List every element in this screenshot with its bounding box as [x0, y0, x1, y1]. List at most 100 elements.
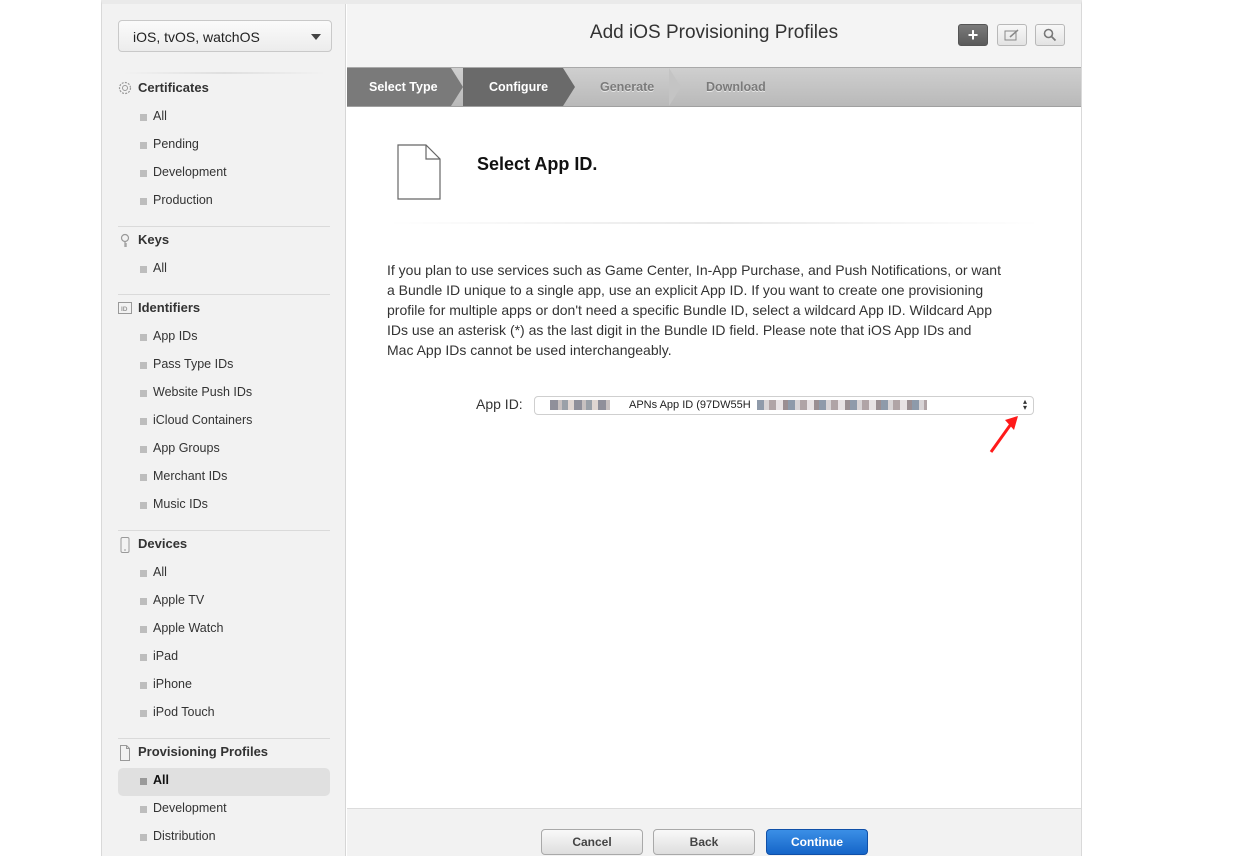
sidebar-divider	[118, 226, 330, 227]
sidebar-section-title: Devices	[138, 536, 188, 551]
edit-button[interactable]	[997, 24, 1027, 46]
sidebar-divider	[118, 738, 330, 739]
sidebar-item-label: iPod Touch	[153, 705, 215, 719]
sidebar-separator	[122, 72, 326, 74]
step-configure: Configure	[463, 68, 563, 106]
sidebar-item-certificates-all[interactable]: All	[118, 104, 330, 132]
id-icon: ID	[118, 301, 132, 315]
annotation-arrow-icon	[987, 412, 1023, 456]
section-title: Select App ID.	[477, 154, 598, 174]
sidebar-section-provisioning-profiles: Provisioning Profiles All Development Di…	[118, 744, 330, 852]
step-chevron-icon	[451, 68, 463, 106]
sidebar-item-label: Apple Watch	[153, 621, 224, 635]
bullet-icon	[140, 682, 147, 689]
search-icon	[1043, 28, 1057, 45]
sidebar-item-keys-all[interactable]: All	[118, 256, 330, 284]
sidebar-item-profiles-development[interactable]: Development	[118, 796, 330, 824]
sidebar-section-keys: Keys All	[118, 232, 330, 284]
bullet-icon	[140, 114, 147, 121]
footer-bar: Cancel Back Continue	[347, 808, 1081, 856]
sidebar-item-profiles-all[interactable]: All	[118, 768, 330, 796]
sidebar-item-pass-type-ids[interactable]: Pass Type IDs	[118, 352, 330, 380]
sidebar-item-certificates-pending[interactable]: Pending	[118, 132, 330, 160]
sidebar-item-label: Apple TV	[153, 593, 205, 607]
sidebar-item-label: Pass Type IDs	[153, 357, 234, 371]
add-button[interactable]: +	[958, 24, 988, 46]
sidebar-item-label: iPhone	[153, 677, 192, 691]
sidebar-item-music-ids[interactable]: Music IDs	[118, 492, 330, 520]
app-id-select[interactable]: APNs App ID (97DW55H ▴ ▾	[534, 396, 1034, 415]
bullet-icon	[140, 570, 147, 577]
sidebar-item-app-groups[interactable]: App Groups	[118, 436, 330, 464]
sidebar-section-header[interactable]: ID Identifiers	[118, 300, 330, 324]
sidebar-item-iphone[interactable]: iPhone	[118, 672, 330, 700]
sidebar-item-label: App Groups	[153, 441, 220, 455]
sidebar-item-devices-all[interactable]: All	[118, 560, 330, 588]
bullet-icon	[140, 142, 147, 149]
sidebar-section-certificates: Certificates All Pending Development Pro…	[118, 80, 330, 216]
sidebar-item-icloud-containers[interactable]: iCloud Containers	[118, 408, 330, 436]
sidebar-section-title: Identifiers	[138, 300, 201, 315]
bullet-icon	[140, 334, 147, 341]
bullet-icon	[140, 446, 147, 453]
bullet-icon	[140, 654, 147, 661]
sidebar-section-title: Provisioning Profiles	[138, 744, 269, 759]
bullet-icon	[140, 474, 147, 481]
sidebar-item-website-push-ids[interactable]: Website Push IDs	[118, 380, 330, 408]
sidebar-item-merchant-ids[interactable]: Merchant IDs	[118, 464, 330, 492]
sidebar-item-label: Distribution	[153, 829, 216, 843]
search-button[interactable]	[1035, 24, 1065, 46]
bullet-icon	[140, 362, 147, 369]
step-progress-bar: Select Type Configure Generate Download	[347, 67, 1081, 107]
sidebar-item-app-ids[interactable]: App IDs	[118, 324, 330, 352]
sidebar-section-header[interactable]: Certificates	[118, 80, 330, 104]
sidebar-item-ipod-touch[interactable]: iPod Touch	[118, 700, 330, 728]
document-icon	[118, 745, 132, 761]
sidebar-item-label: All	[153, 109, 167, 123]
sidebar-section-header[interactable]: Devices	[118, 536, 330, 560]
sidebar-item-label: Development	[153, 801, 227, 815]
sidebar-item-apple-watch[interactable]: Apple Watch	[118, 616, 330, 644]
sidebar-section-devices: Devices All Apple TV Apple Watch iPad iP…	[118, 536, 330, 728]
sidebar-item-label: iCloud Containers	[153, 413, 253, 427]
step-chevron-icon	[563, 68, 575, 106]
sidebar-item-label: Pending	[153, 137, 199, 151]
sidebar-section-header[interactable]: Provisioning Profiles	[118, 744, 330, 768]
sidebar-section-title: Keys	[138, 232, 170, 247]
sidebar-item-label: App IDs	[153, 329, 198, 343]
bullet-icon	[140, 418, 147, 425]
certificate-icon	[118, 81, 132, 95]
sidebar-item-label: Music IDs	[153, 497, 208, 511]
bullet-icon	[140, 710, 147, 717]
svg-text:ID: ID	[121, 306, 128, 313]
step-chevron-icon	[669, 68, 681, 106]
platform-select-value: iOS, tvOS, watchOS	[133, 29, 260, 45]
sidebar-item-ipad[interactable]: iPad	[118, 644, 330, 672]
bullet-icon	[140, 266, 147, 273]
continue-button[interactable]: Continue	[766, 829, 868, 855]
sidebar-section-header[interactable]: Keys	[118, 232, 330, 256]
sidebar-section-identifiers: ID Identifiers App IDs Pass Type IDs Web…	[118, 300, 330, 520]
sidebar-item-label: iPad	[153, 649, 179, 663]
platform-select[interactable]: iOS, tvOS, watchOS	[118, 20, 332, 52]
redacted-text	[757, 400, 927, 410]
sidebar-item-certificates-development[interactable]: Development	[118, 160, 330, 188]
key-icon	[118, 233, 132, 247]
title-bar: Add iOS Provisioning Profiles +	[347, 4, 1081, 67]
bullet-icon	[140, 502, 147, 509]
step-select-type: Select Type	[347, 68, 451, 106]
sidebar-item-profiles-distribution[interactable]: Distribution	[118, 824, 330, 852]
sidebar-item-certificates-production[interactable]: Production	[118, 188, 330, 216]
sidebar-item-label: Website Push IDs	[153, 385, 253, 399]
bullet-icon	[140, 390, 147, 397]
sidebar-item-label: All	[153, 565, 167, 579]
back-button[interactable]: Back	[653, 829, 755, 855]
bullet-icon	[140, 598, 147, 605]
sidebar-divider	[118, 294, 330, 295]
sidebar-divider	[118, 530, 330, 531]
description-text: If you plan to use services such as Game…	[387, 262, 1001, 358]
cancel-button[interactable]: Cancel	[541, 829, 643, 855]
chevron-down-icon	[311, 34, 321, 40]
sidebar-item-apple-tv[interactable]: Apple TV	[118, 588, 330, 616]
sidebar-item-label: Merchant IDs	[153, 469, 228, 483]
